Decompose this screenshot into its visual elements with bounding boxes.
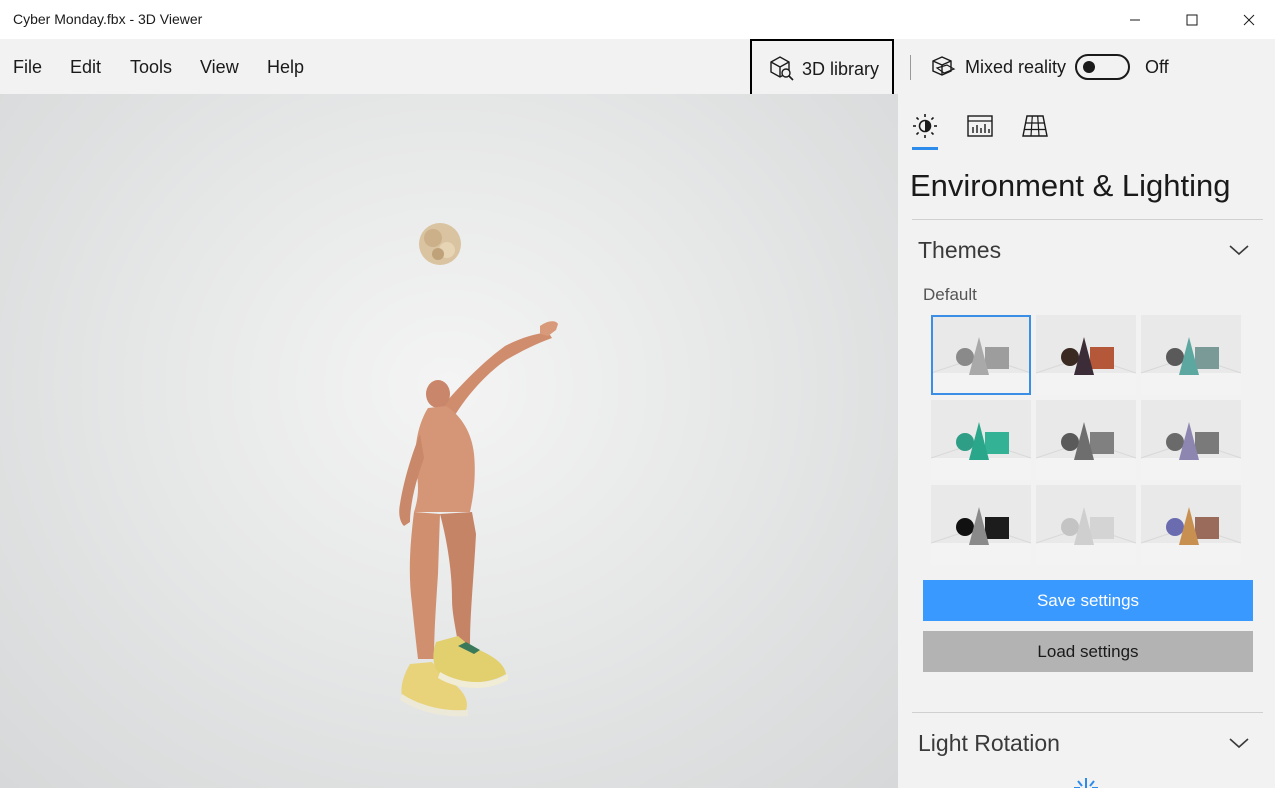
theme-preview-image: [931, 315, 1031, 395]
theme-thumbnail[interactable]: [1036, 400, 1136, 480]
title-divider: [912, 219, 1263, 220]
title-bar: Cyber Monday.fbx - 3D Viewer: [0, 0, 1275, 39]
sun-icon: [913, 114, 937, 138]
menu-edit[interactable]: Edit: [70, 57, 101, 78]
menu-separator: [910, 55, 911, 80]
mixed-reality-icon: [932, 56, 956, 76]
close-icon: [1243, 14, 1254, 25]
load-settings-button[interactable]: Load settings: [923, 631, 1253, 672]
panel-title: Environment & Lighting: [910, 168, 1231, 203]
light-rotation-heading: Light Rotation: [918, 730, 1060, 756]
theme-thumbnail[interactable]: [1141, 315, 1241, 395]
save-settings-button[interactable]: Save settings: [923, 580, 1253, 621]
theme-thumbnail[interactable]: [1141, 485, 1241, 565]
3d-library-button[interactable]: 3D library: [750, 39, 894, 96]
theme-preview-image: [1141, 485, 1241, 565]
chevron-down-icon: [1229, 738, 1249, 749]
raised-hand: [540, 321, 558, 336]
menu-file[interactable]: File: [13, 57, 42, 78]
mixed-reality-label: Mixed reality: [965, 57, 1067, 77]
stats-icon: [967, 115, 993, 137]
theme-preview-image: [1141, 315, 1241, 395]
light-rotation-divider: [912, 712, 1263, 713]
3d-viewport[interactable]: [0, 94, 898, 788]
3d-library-icon: [770, 56, 794, 81]
menu-help[interactable]: Help: [267, 57, 304, 78]
theme-preview-image: [1036, 400, 1136, 480]
minimize-button[interactable]: [1106, 0, 1163, 39]
theme-thumbnail[interactable]: [1036, 485, 1136, 565]
theme-grid: [931, 315, 1243, 565]
theme-thumbnail[interactable]: [931, 400, 1031, 480]
theme-thumbnail[interactable]: [931, 315, 1031, 395]
theme-preview-image: [1141, 400, 1241, 480]
grid-icon: [1022, 115, 1048, 137]
minimize-icon: [1129, 19, 1140, 20]
mixed-reality-toggle[interactable]: [1075, 54, 1130, 80]
tab-grid[interactable]: [1015, 106, 1055, 146]
menu-view[interactable]: View: [200, 57, 239, 78]
toggle-state-label: Off: [1145, 57, 1169, 77]
window-title: Cyber Monday.fbx - 3D Viewer: [13, 11, 203, 27]
3d-model[interactable]: [0, 94, 898, 788]
tab-environment[interactable]: [905, 106, 945, 146]
theme-preview-image: [1036, 485, 1136, 565]
close-button[interactable]: [1220, 0, 1275, 39]
theme-thumbnail[interactable]: [931, 485, 1031, 565]
right-leg: [440, 512, 476, 644]
theme-preview-image: [931, 485, 1031, 565]
left-leg: [409, 512, 440, 659]
maximize-icon: [1186, 14, 1197, 25]
raised-arm: [438, 332, 552, 420]
theme-thumbnail[interactable]: [1141, 400, 1241, 480]
theme-thumbnail[interactable]: [1036, 315, 1136, 395]
themes-subheading: Default: [923, 285, 977, 304]
theme-preview-image: [1036, 315, 1136, 395]
chevron-down-icon: [1229, 245, 1249, 256]
sneakers: [400, 636, 508, 717]
theme-preview-image: [931, 400, 1031, 480]
light-direction-icon[interactable]: [1071, 776, 1101, 788]
themes-heading: Themes: [918, 237, 1002, 263]
active-tab-indicator: [912, 147, 938, 150]
menu-tools[interactable]: Tools: [130, 57, 172, 78]
tab-stats[interactable]: [960, 106, 1000, 146]
toggle-knob: [1083, 61, 1095, 73]
3d-library-label: 3D library: [802, 59, 880, 79]
head: [426, 380, 450, 408]
maximize-button[interactable]: [1163, 0, 1220, 39]
environment-panel: Environment & Lighting Themes Default Sa…: [898, 94, 1275, 788]
hair-mesh: [419, 223, 461, 265]
